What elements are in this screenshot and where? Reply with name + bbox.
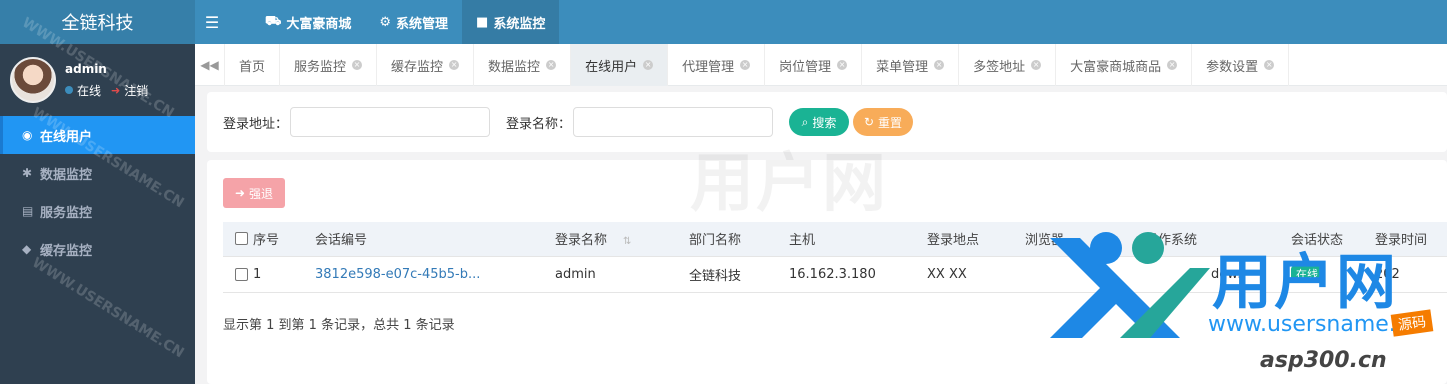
tab-label: 数据监控	[488, 59, 541, 75]
top-nav-label: 系统管理	[396, 16, 449, 32]
col-login-name-label: 登录名称	[555, 233, 608, 249]
video-icon: ■	[476, 14, 489, 30]
online-dot-icon	[65, 86, 73, 94]
tab-scroll-left-icon[interactable]: ◀◀	[195, 44, 225, 86]
truck-icon: ⛟	[265, 13, 282, 29]
tab-multisig[interactable]: 多签地址 ×	[959, 44, 1057, 86]
cell-session-id[interactable]: 3812e598-e07c-45b5-b...	[315, 256, 555, 293]
login-address-label: 登录地址：	[223, 116, 289, 132]
close-icon[interactable]: ×	[837, 60, 848, 70]
tab-label: 大富豪商城商品	[1070, 59, 1162, 75]
center-watermark: 用户网	[690, 147, 888, 221]
col-dept[interactable]: 部门名称	[689, 222, 789, 257]
col-host[interactable]: 主机	[789, 222, 927, 257]
tab-label: 在线用户	[585, 59, 638, 75]
tab-menu-admin[interactable]: 菜单管理 ×	[862, 44, 960, 86]
close-icon[interactable]: ×	[546, 60, 557, 70]
pagination-info: 显示第 1 到第 1 条记录，总共 1 条记录	[223, 318, 455, 333]
tab-params[interactable]: 参数设置 ×	[1192, 44, 1290, 86]
close-icon[interactable]: ×	[643, 60, 654, 70]
reset-button-label: 重置	[878, 115, 903, 130]
col-location[interactable]: 登录地点	[927, 222, 1025, 257]
top-nav-label: 大富豪商城	[286, 16, 352, 32]
logo-x-icon	[1050, 232, 1210, 338]
close-icon[interactable]: ×	[352, 60, 363, 70]
logo-tag: 源码	[1390, 309, 1434, 337]
menu-toggle-icon[interactable]: ☰	[195, 0, 229, 44]
login-name-label: 登录名称：	[506, 116, 572, 132]
tab-data-monitor[interactable]: 数据监控 ×	[474, 44, 572, 86]
cell-host: 16.162.3.180	[789, 256, 927, 293]
tab-online-users[interactable]: 在线用户 ×	[571, 44, 669, 86]
sidebar-item-cache-monitor[interactable]: ◆ 缓存监控	[0, 230, 195, 268]
tab-label: 参数设置	[1206, 59, 1259, 75]
tab-label: 代理管理	[682, 59, 735, 75]
close-icon[interactable]: ×	[1031, 60, 1042, 70]
select-all-cell	[223, 222, 253, 257]
top-nav-system-monitor[interactable]: ■ 系统监控	[462, 0, 560, 44]
close-icon[interactable]: ×	[740, 60, 751, 70]
tab-label: 服务监控	[294, 59, 347, 75]
avatar[interactable]	[10, 57, 56, 103]
row-checkbox[interactable]	[235, 267, 248, 281]
user-circle-icon: ◉	[22, 128, 33, 142]
tab-service-monitor[interactable]: 服务监控 ×	[280, 44, 378, 86]
refresh-icon: ↻	[863, 115, 875, 129]
close-icon[interactable]: ×	[449, 60, 460, 70]
watermark-logo: 用户网 www.usersname.cn 源码 asp300.cn	[1040, 228, 1447, 384]
sidebar-item-label: 数据监控	[40, 167, 93, 183]
top-nav-mall[interactable]: ⛟ 大富豪商城	[251, 0, 365, 44]
sign-out-icon: ➜	[234, 186, 246, 200]
tab-post-admin[interactable]: 岗位管理 ×	[765, 44, 863, 86]
gear-icon: ⚙	[379, 14, 392, 30]
server-icon: ▤	[22, 204, 34, 218]
sidebar-item-label: 服务监控	[40, 205, 93, 221]
search-icon: ⌕	[801, 114, 809, 129]
top-header: ☰ ⛟ 大富豪商城 ⚙ 系统管理 ■ 系统监控	[195, 0, 1447, 44]
tab-home[interactable]: 首页	[225, 44, 281, 86]
col-session-id[interactable]: 会话编号	[315, 222, 555, 257]
sidebar-item-label: 缓存监控	[40, 243, 93, 259]
top-nav: ⛟ 大富豪商城 ⚙ 系统管理 ■ 系统监控	[251, 0, 560, 44]
tab-agent-admin[interactable]: 代理管理 ×	[668, 44, 766, 86]
tab-label: 首页	[239, 59, 266, 75]
top-nav-system-admin[interactable]: ⚙ 系统管理	[365, 0, 462, 44]
force-logout-label: 强退	[249, 186, 274, 201]
tab-mall-goods[interactable]: 大富豪商城商品 ×	[1056, 44, 1193, 86]
online-status-label: 在线	[77, 83, 102, 98]
tab-label: 菜单管理	[876, 59, 929, 75]
logo-url-secondary: asp300.cn	[1260, 348, 1387, 373]
logo-text: 用户网	[1212, 248, 1398, 318]
tab-bar: ◀◀ 首页 服务监控 × 缓存监控 × 数据监控 × 在线用户 × 代理管理 × 岗位管理…	[195, 44, 1447, 86]
logo-url: www.usersname.cn	[1208, 312, 1422, 337]
login-address-input[interactable]	[290, 107, 491, 137]
close-icon[interactable]: ×	[1167, 60, 1178, 70]
row-select-cell	[223, 256, 253, 293]
select-all-checkbox[interactable]	[235, 232, 248, 246]
tab-label: 多签地址	[973, 59, 1026, 75]
cell-index: 1	[253, 256, 315, 293]
cell-login-name: admin	[555, 256, 689, 293]
search-button-label: 搜索	[812, 115, 837, 130]
sort-icon[interactable]: ⇅	[623, 236, 631, 247]
tab-cache-monitor[interactable]: 缓存监控 ×	[377, 44, 475, 86]
col-index[interactable]: 序号	[253, 222, 315, 257]
close-icon[interactable]: ×	[1264, 60, 1275, 70]
top-nav-label: 系统监控	[493, 16, 546, 32]
tab-label: 岗位管理	[779, 59, 832, 75]
force-logout-button[interactable]: ➜ 强退	[223, 178, 285, 208]
close-icon[interactable]: ×	[934, 60, 945, 70]
cell-dept: 全链科技	[689, 256, 789, 293]
tab-label: 缓存监控	[391, 59, 444, 75]
col-login-name[interactable]: 登录名称 ⇅	[555, 222, 689, 257]
bug-icon: ✱	[22, 166, 33, 180]
cell-location: XX XX	[927, 256, 1025, 293]
